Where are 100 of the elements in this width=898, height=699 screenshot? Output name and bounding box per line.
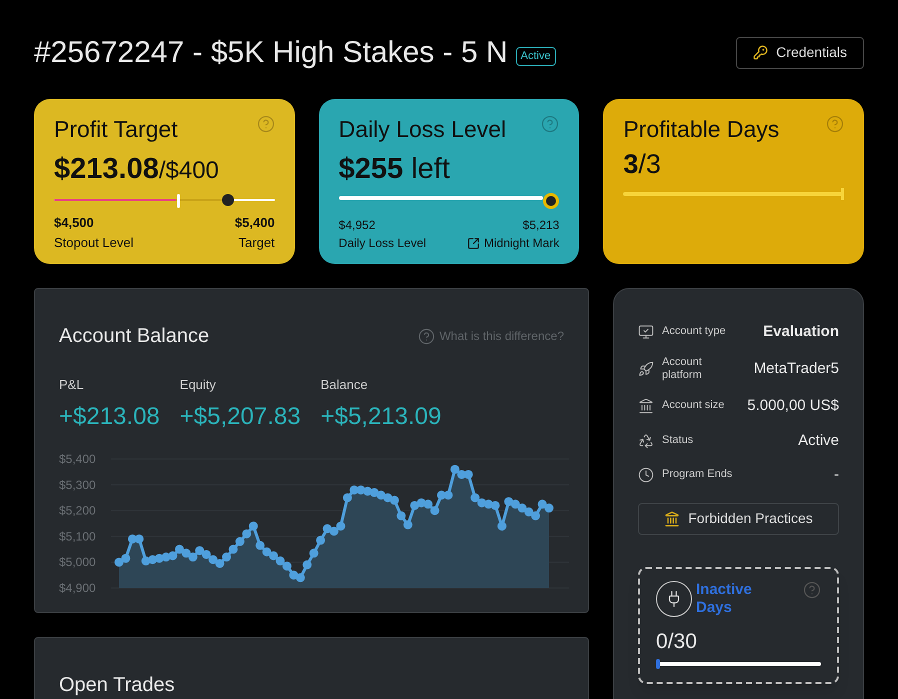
data-point [309, 548, 318, 558]
bank-icon [664, 510, 680, 526]
stopout-label: Stopout Level [54, 234, 134, 252]
data-point [188, 552, 198, 562]
monitor-check-icon [638, 324, 654, 340]
forbidden-practices-button[interactable]: Forbidden Practices [638, 502, 839, 534]
data-point [390, 495, 399, 504]
info-value: - [834, 465, 839, 485]
data-point [524, 506, 534, 516]
days-count: 3 [623, 148, 638, 181]
data-point [174, 544, 184, 554]
data-point [424, 499, 433, 508]
key-icon [753, 45, 768, 60]
data-point [228, 544, 238, 554]
data-point [538, 499, 547, 508]
progress-thumb [222, 194, 234, 206]
y-axis-label: $5,300 [59, 477, 96, 492]
data-point [235, 536, 244, 546]
data-point [302, 560, 312, 569]
y-axis-label: $4,900 [59, 580, 96, 594]
help-icon[interactable] [826, 115, 844, 133]
profit-total: /$400 [158, 156, 219, 186]
target-value: $5,400 [234, 214, 275, 232]
rocket-icon [638, 361, 654, 378]
info-value: Active [798, 430, 839, 450]
data-point [342, 492, 352, 502]
inactive-count: 0 [656, 629, 668, 655]
panel-title: Account Balance [59, 324, 210, 349]
data-point [195, 546, 204, 555]
data-point [114, 557, 124, 566]
data-point [450, 464, 460, 474]
data-point [470, 492, 480, 502]
y-axis-label: $5,000 [59, 554, 96, 569]
y-axis-label: $5,100 [59, 528, 96, 543]
midnight-value: $5,213 [522, 217, 560, 234]
data-point [256, 540, 265, 550]
clock-icon [638, 467, 654, 484]
recycle-icon [638, 432, 654, 449]
credentials-button[interactable]: Credentials [736, 36, 864, 68]
panel-title: Open Trades [59, 674, 175, 696]
help-icon[interactable] [803, 580, 821, 598]
data-point [403, 520, 412, 529]
y-axis-label: $5,200 [59, 503, 96, 518]
midnight-mark-link[interactable]: Midnight Mark [466, 234, 560, 252]
data-point [544, 503, 554, 512]
loss-amount: $255 [338, 152, 404, 187]
data-point [215, 558, 224, 568]
help-icon[interactable] [256, 115, 275, 133]
data-point [396, 510, 406, 520]
data-point [202, 549, 211, 558]
help-icon[interactable] [541, 115, 560, 133]
inactive-days-title: Inactive Days [696, 580, 753, 618]
data-point [134, 534, 144, 543]
data-point [510, 499, 520, 508]
data-point [222, 552, 231, 562]
status-badge: Active [516, 47, 556, 66]
target-label: Target [238, 234, 275, 252]
stat-value: +$5,207.83 [180, 402, 301, 432]
info-label: Account platform [662, 356, 703, 383]
loss-suffix: left [411, 152, 450, 187]
data-point [316, 535, 326, 544]
data-point [330, 526, 338, 536]
card-title: Daily Loss Level [338, 115, 506, 144]
data-point [121, 553, 130, 562]
data-point [464, 469, 473, 478]
stat-label: Equity [180, 376, 217, 394]
data-point [208, 554, 218, 564]
data-point [531, 510, 540, 520]
days-total: /3 [638, 148, 661, 181]
start-marker [176, 194, 180, 208]
data-point [296, 572, 305, 582]
card-title: Profit Target [54, 115, 178, 144]
card-title: Profitable Days [623, 115, 780, 144]
info-value: Evaluation [763, 322, 839, 342]
info-label: Program Ends [662, 468, 734, 482]
data-point [248, 521, 258, 530]
page-title: #25672247 - $5K High Stakes - 5 N [34, 35, 508, 71]
data-point [269, 550, 278, 560]
info-label: Account type [662, 325, 727, 340]
info-label: Account size [662, 399, 726, 414]
data-point [444, 490, 453, 500]
loss-level-value: $4,952 [338, 217, 376, 234]
stat-value: +$213.08 [59, 402, 160, 432]
info-value: MetaTrader5 [754, 359, 839, 379]
data-point [242, 528, 252, 538]
bank-icon [638, 398, 654, 414]
plug-icon [656, 581, 692, 618]
data-point [430, 506, 440, 515]
data-point [182, 548, 191, 558]
stat-label: Balance [320, 376, 369, 394]
y-axis-label: $5,400 [59, 452, 96, 466]
info-value: 5.000,00 US$ [747, 396, 839, 416]
help-icon [418, 328, 436, 344]
data-point [497, 521, 506, 530]
stat-label: P&L [59, 376, 85, 394]
data-point [518, 503, 527, 512]
info-label: Status [662, 434, 694, 448]
loss-level-label: Daily Loss Level [338, 235, 426, 252]
data-point [490, 500, 500, 510]
data-point [336, 521, 346, 530]
